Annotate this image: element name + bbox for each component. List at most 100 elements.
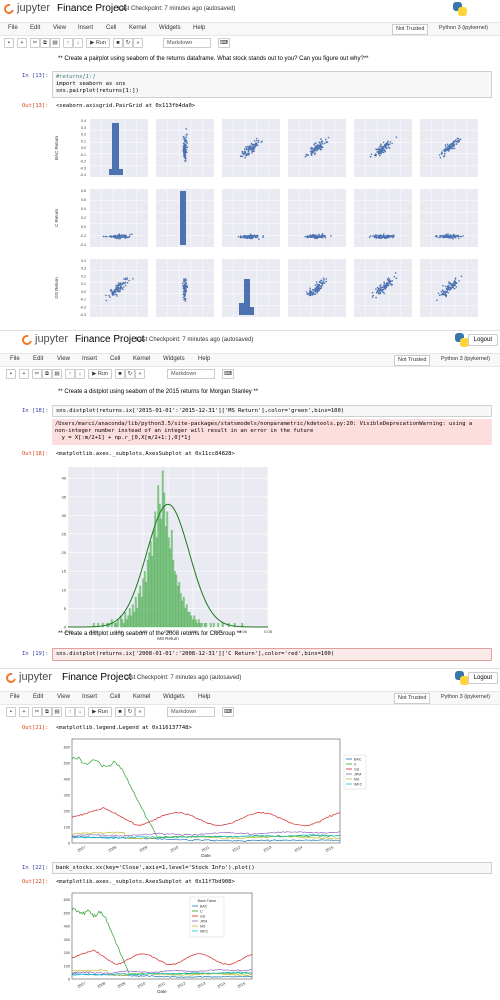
- menu-help[interactable]: Help: [193, 25, 205, 31]
- paste-icon[interactable]: ▤: [50, 38, 60, 48]
- paste-icon[interactable]: ▤: [52, 707, 62, 717]
- code-cell-13[interactable]: #returns[1:] import seaborn as sns sns.p…: [52, 71, 492, 98]
- plus-icon[interactable]: +: [17, 38, 27, 48]
- x-tick-label: 2009: [117, 981, 126, 989]
- arrow-down-icon[interactable]: ↓: [73, 38, 83, 48]
- fast-forward-icon[interactable]: »: [135, 707, 145, 717]
- menu-widgets[interactable]: Widgets: [163, 694, 185, 700]
- kernel-name[interactable]: Python 3 (ipykernel): [441, 694, 490, 700]
- copy-icon[interactable]: ⧉: [42, 707, 52, 717]
- scatter-point: [380, 150, 383, 152]
- run-button[interactable]: ▶ Run: [86, 38, 110, 48]
- menu-view[interactable]: View: [57, 694, 70, 700]
- restart-icon[interactable]: ↻: [125, 707, 135, 717]
- code-cell-22[interactable]: bank_stocks.xs(key='Close',axis=1,level=…: [52, 862, 492, 874]
- menu-insert[interactable]: Insert: [82, 356, 97, 362]
- restart-icon[interactable]: ↻: [125, 369, 135, 379]
- cut-icon[interactable]: ✂: [32, 369, 42, 379]
- trust-status[interactable]: Not Trusted: [392, 24, 429, 35]
- menu-help[interactable]: Help: [198, 694, 210, 700]
- jupyter-logo[interactable]: jupyter: [4, 671, 54, 687]
- legend-label: WFC: [200, 929, 209, 933]
- jupyter-logo[interactable]: jupyter: [2, 2, 52, 18]
- menu-kernel[interactable]: Kernel: [129, 25, 146, 31]
- restart-icon[interactable]: ↻: [123, 38, 133, 48]
- scatter-point: [378, 293, 380, 295]
- checkpoint-status: Last Checkpoint: 7 minutes ago (autosave…: [124, 675, 242, 681]
- keyboard-icon[interactable]: ⌨: [222, 707, 234, 717]
- histogram-bar: [149, 541, 152, 628]
- arrow-up-icon[interactable]: ↑: [65, 707, 75, 717]
- run-button[interactable]: ▶ Run: [88, 707, 112, 717]
- scatter-point: [455, 286, 458, 288]
- notebook-title[interactable]: Finance Project: [75, 334, 144, 345]
- menu-view[interactable]: View: [53, 25, 66, 31]
- x-tick-label: 2011: [157, 981, 166, 989]
- arrow-down-icon[interactable]: ↓: [75, 707, 85, 717]
- cut-icon[interactable]: ✂: [30, 38, 40, 48]
- notebook-title[interactable]: Finance Project: [62, 672, 131, 683]
- menu-edit[interactable]: Edit: [30, 25, 40, 31]
- scatter-point: [435, 234, 438, 237]
- jupyter-logo[interactable]: jupyter: [20, 333, 70, 349]
- menu-help[interactable]: Help: [198, 356, 210, 362]
- notebook-title[interactable]: Finance Project: [57, 3, 126, 14]
- legend-label: MS: [200, 924, 206, 928]
- trust-status[interactable]: Not Trusted: [394, 693, 431, 704]
- menu-edit[interactable]: Edit: [33, 694, 43, 700]
- menu-widgets[interactable]: Widgets: [159, 25, 181, 31]
- cut-icon[interactable]: ✂: [32, 707, 42, 717]
- fast-forward-icon[interactable]: »: [133, 38, 143, 48]
- cell-type-select[interactable]: Markdown: [167, 707, 215, 717]
- menu-edit[interactable]: Edit: [33, 356, 43, 362]
- plus-icon[interactable]: +: [19, 707, 29, 717]
- menu-insert[interactable]: Insert: [78, 25, 93, 31]
- arrow-up-icon[interactable]: ↑: [65, 369, 75, 379]
- tick-label: -0.4: [80, 173, 86, 177]
- x-tick-label: 2011: [201, 845, 210, 853]
- save-icon[interactable]: ▪: [6, 707, 16, 717]
- cell-type-select[interactable]: Markdown: [167, 369, 215, 379]
- plus-icon[interactable]: +: [19, 369, 29, 379]
- menu-kernel[interactable]: Kernel: [133, 694, 150, 700]
- save-icon[interactable]: ▪: [4, 38, 14, 48]
- save-icon[interactable]: ▪: [6, 369, 16, 379]
- code-cell-18[interactable]: sns.distplot(returns.ix['2015-01-01':'20…: [52, 405, 492, 417]
- copy-icon[interactable]: ⧉: [42, 369, 52, 379]
- paste-icon[interactable]: ▤: [52, 369, 62, 379]
- run-button[interactable]: ▶ Run: [88, 369, 112, 379]
- kernel-name[interactable]: Python 3 (ipykernel): [439, 25, 488, 31]
- histogram-bar: [180, 191, 186, 245]
- scatter-point: [115, 235, 117, 238]
- keyboard-icon[interactable]: ⌨: [222, 369, 234, 379]
- trust-status[interactable]: Not Trusted: [394, 355, 431, 366]
- menu-cell[interactable]: Cell: [106, 25, 116, 31]
- menu-file[interactable]: File: [10, 694, 20, 700]
- menu-cell[interactable]: Cell: [110, 356, 120, 362]
- histogram-bar: [113, 623, 116, 628]
- menu-file[interactable]: File: [8, 25, 18, 31]
- stop-icon[interactable]: ■: [115, 707, 125, 717]
- menu-view[interactable]: View: [57, 356, 70, 362]
- kernel-name[interactable]: Python 3 (ipykernel): [441, 356, 490, 362]
- menu-kernel[interactable]: Kernel: [133, 356, 150, 362]
- menu-insert[interactable]: Insert: [82, 694, 97, 700]
- menu-widgets[interactable]: Widgets: [163, 356, 185, 362]
- histogram-bar: [160, 518, 163, 628]
- keyboard-icon[interactable]: ⌨: [218, 38, 230, 48]
- menu-file[interactable]: File: [10, 356, 20, 362]
- logout-button[interactable]: Logout: [467, 672, 498, 684]
- scatter-point: [184, 300, 187, 302]
- menu-cell[interactable]: Cell: [110, 694, 120, 700]
- code-cell-19[interactable]: sns.distplot(returns.ix['2008-01-01':'20…: [52, 648, 492, 661]
- cell-type-select[interactable]: Markdown: [163, 38, 211, 48]
- arrow-down-icon[interactable]: ↓: [75, 369, 85, 379]
- histogram-bar: [212, 623, 215, 628]
- arrow-up-icon[interactable]: ↑: [63, 38, 73, 48]
- stop-icon[interactable]: ■: [115, 369, 125, 379]
- fast-forward-icon[interactable]: »: [135, 369, 145, 379]
- copy-icon[interactable]: ⧉: [40, 38, 50, 48]
- logout-button[interactable]: Logout: [467, 334, 498, 346]
- scatter-point: [387, 140, 389, 142]
- stop-icon[interactable]: ■: [113, 38, 123, 48]
